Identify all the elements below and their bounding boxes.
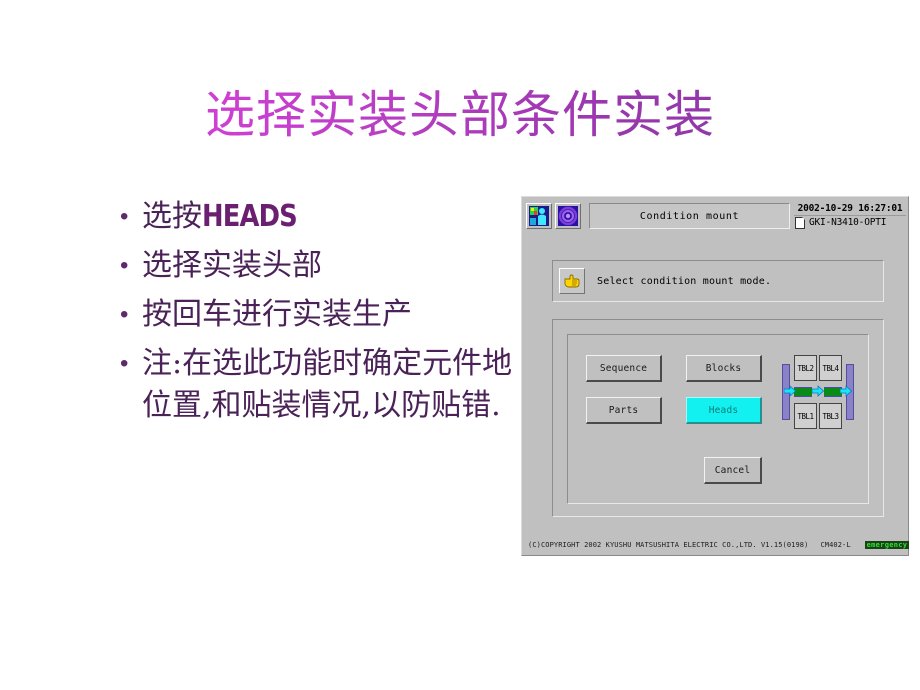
list-item: • 按回车进行实装生产 [118,294,518,336]
list-item: • 注:在选此功能时确定元件地位置,和贴装情况,以防贴错. [118,343,518,427]
heads-emphasis: HEADS [202,199,298,234]
mode-selection-group: Sequence Blocks Parts Heads Cancel TBL2 … [552,319,884,517]
model-text: CM402-L [820,541,851,549]
panel-footer: (C)COPYRIGHT 2002 KYUSHU MATSUSHITA ELEC… [528,539,910,551]
datetime-display: 2002-10-29 16:27:01 [797,203,903,214]
operator-icon[interactable] [526,203,552,229]
bullet-dot-icon: • [120,203,129,230]
filename-row: GKI-N3410-OPTI [794,215,906,229]
cancel-button[interactable]: Cancel [704,457,762,484]
table-cell-tbl4[interactable]: TBL4 [819,355,842,381]
bullet-dot-icon: • [120,350,129,377]
filename-display: GKI-N3410-OPTI [809,217,887,228]
spiral-icon-glyph [558,206,578,226]
status-badge: emergency [864,541,910,549]
blocks-button[interactable]: Blocks [686,355,762,382]
table-cell-tbl3[interactable]: TBL3 [819,403,842,429]
list-item: • 选择实装头部 [118,245,518,287]
pointing-hand-icon-glyph [564,274,580,288]
mode-selection-inner-frame: Sequence Blocks Parts Heads Cancel TBL2 … [567,334,869,504]
message-bar: Select condition mount mode. [552,260,884,302]
table-layout-diagram: TBL2 TBL4 TBL1 TBL3 [782,353,854,431]
panel-titlebar: Condition mount 2002-10-29 16:27:01 GKI-… [526,201,906,231]
list-item-text: 选按HEADS [142,196,518,238]
list-item: • 选按HEADS [118,196,518,238]
flow-arrow-icon [784,385,796,397]
page-title: 选择实装头部条件实装 [0,86,920,144]
parts-button[interactable]: Parts [586,397,662,424]
sequence-button[interactable]: Sequence [586,355,662,382]
list-item-text: 按回车进行实装生产 [142,297,412,332]
copyright-text: (C)COPYRIGHT 2002 KYUSHU MATSUSHITA ELEC… [528,541,809,549]
heads-button[interactable]: Heads [686,397,762,424]
flow-arrow-icon [812,385,824,397]
pointing-hand-icon [559,268,585,294]
list-item-prefix: 选按 [142,199,202,234]
table-cell-tbl2[interactable]: TBL2 [794,355,817,381]
flow-arrow-icon [840,385,852,397]
list-item-text: 选择实装头部 [142,248,322,283]
bullet-dot-icon: • [120,301,129,328]
spiral-icon[interactable] [555,203,581,229]
operator-icon-glyph [529,206,549,226]
list-item-text: 注:在选此功能时确定元件地位置,和贴装情况,以防贴错. [142,346,513,423]
conveyor-belt [784,383,852,399]
conveyor-segment [794,387,812,397]
window-title: Condition mount [589,203,790,229]
bullet-list: • 选按HEADS • 选择实装头部 • 按回车进行实装生产 • 注:在选此功能… [118,196,518,434]
table-cell-tbl1[interactable]: TBL1 [794,403,817,429]
panel-meta: 2002-10-29 16:27:01 GKI-N3410-OPTI [794,202,906,230]
machine-hmi-screenshot: Condition mount 2002-10-29 16:27:01 GKI-… [521,196,910,556]
bullet-dot-icon: • [120,252,129,279]
document-icon [795,217,805,229]
message-text: Select condition mount mode. [597,275,772,287]
